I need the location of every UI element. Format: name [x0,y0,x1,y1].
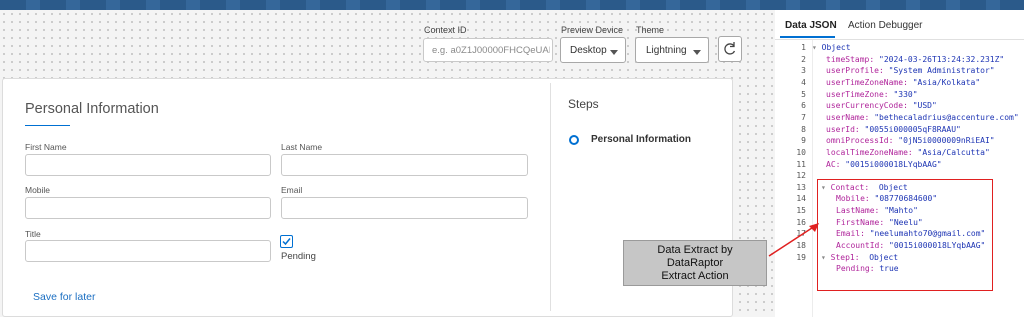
mobile-field[interactable] [25,197,271,219]
highlight-box [817,179,993,291]
line-number: 2 [801,54,806,64]
line-number: 1 [801,43,806,52]
top-banner [0,0,1024,10]
steps-heading: Steps [568,97,599,111]
context-id-input[interactable]: e.g. a0Z1J00000FHCQeUAI [423,38,553,62]
json-line: userName: "bethecaladrius@accenture.com" [826,112,1019,122]
triangle-down-icon[interactable]: ▾ [812,43,822,52]
theme-label: Theme [636,25,665,35]
last-name-label: Last Name [281,142,323,152]
first-name-field[interactable] [25,154,271,176]
line-number: 14 [796,194,806,204]
line-number: 10 [796,147,806,157]
first-name-label: First Name [25,142,67,152]
theme-select[interactable]: Lightning [635,37,709,63]
annotation-arrow [768,223,819,257]
line-number: 7 [801,112,806,122]
line-number: 5 [801,89,806,99]
json-line: AC: "0015i000018LYqbAAG" [826,159,942,169]
preview-device-value: Desktop [570,45,607,56]
refresh-icon [724,42,736,55]
json-line: omniProcessId: "0jN5i0000009nRiEAI" [826,136,995,146]
annotation-callout: Data Extract by DataRaptor Extract Actio… [623,240,767,286]
json-line: userId: "0055i000005qF8RAAU" [826,124,961,134]
pending-label: Pending [281,251,316,262]
preview-device-select[interactable]: Desktop [560,37,626,63]
title-field[interactable] [25,240,271,262]
json-line: userTimeZoneName: "Asia/Kolkata" [826,78,981,87]
json-line: localTimeZoneName: "Asia/Calcutta" [826,147,990,157]
json-line: userProfile: "System Administrator" [826,66,995,76]
gutter-divider [812,40,813,317]
email-label: Email [281,185,303,195]
annotation-line-2: DataRaptor [666,257,724,269]
tab-data-json[interactable]: Data JSON [785,20,837,31]
checkbox-checked-icon [282,238,291,246]
theme-value: Lightning [646,45,687,56]
annotation-line-3: Extract Action [661,270,729,282]
json-line[interactable]: ▾ Object [812,42,851,54]
line-number: 15 [796,206,806,216]
email-field[interactable] [281,197,528,219]
page-title: Personal Information [25,101,159,117]
mobile-label: Mobile [25,185,51,195]
title-label: Title [25,229,41,239]
preview-device-label: Preview Device [561,25,624,35]
line-number: 6 [801,101,806,111]
context-id-placeholder: e.g. a0Z1J00000FHCQeUAI [432,45,550,56]
last-name-field[interactable] [281,154,528,176]
step-item-personal-information[interactable]: Personal Information [591,134,691,145]
chevron-down-icon [693,50,701,55]
line-number: 12 [796,171,806,181]
pending-checkbox[interactable] [280,235,293,248]
line-number: 4 [801,78,806,87]
chevron-down-icon [610,50,618,55]
refresh-button[interactable] [718,36,742,62]
line-number: 13 [796,182,806,192]
json-line: userTimeZone: "330" [826,89,918,99]
steps-divider [550,83,551,311]
json-tree: ▾ Object timeStamp: "2024-03-26T13:24:32… [0,0,1019,273]
title-underline [25,125,70,126]
tab-action-debugger[interactable]: Action Debugger [848,20,923,31]
save-for-later-link[interactable]: Save for later [33,291,95,303]
line-number: 9 [801,136,806,146]
line-number: 11 [796,159,806,169]
json-line: userCurrencyCode: "USD" [826,101,937,111]
annotation-line-1: Data Extract by [657,244,733,256]
line-number: 8 [801,124,806,134]
active-tab-indicator [780,36,835,38]
json-line: timeStamp: "2024-03-26T13:24:32.231Z" [826,54,1005,64]
line-number: 3 [801,66,806,76]
radio-circle-icon [569,135,579,145]
context-id-label: Context ID [424,25,467,35]
